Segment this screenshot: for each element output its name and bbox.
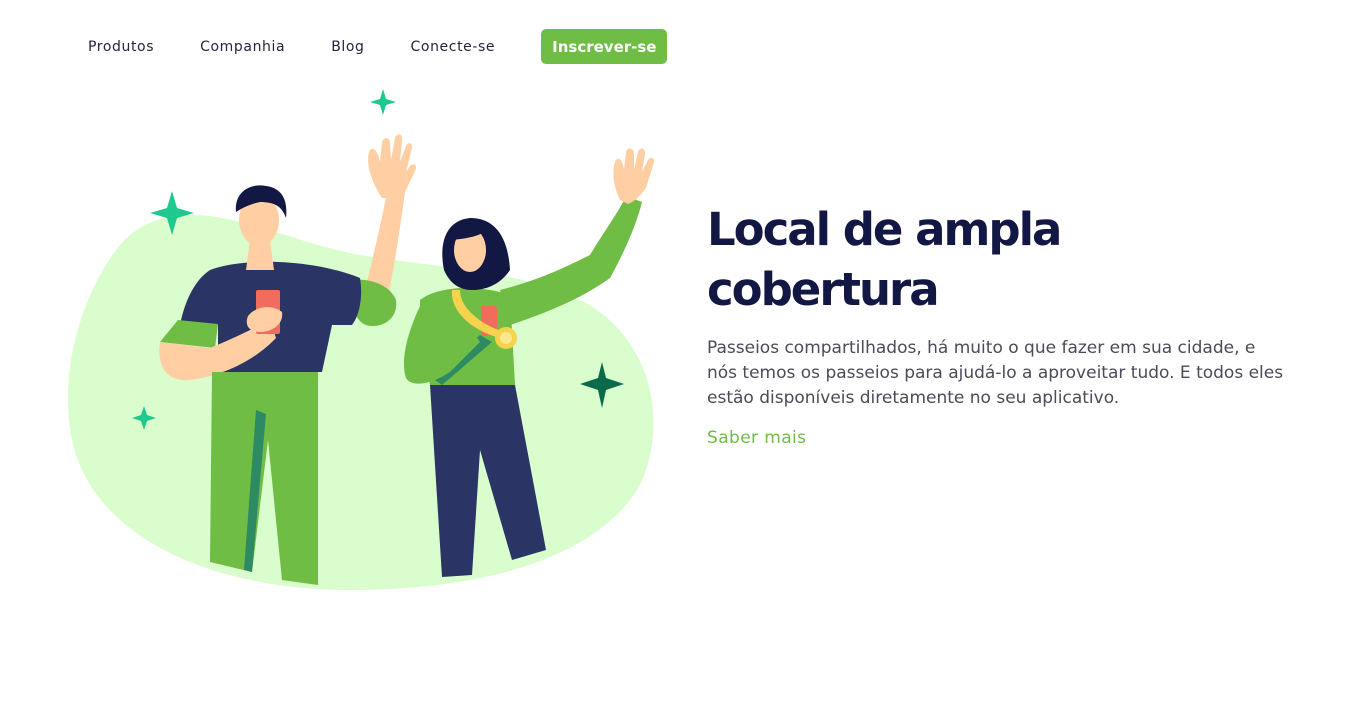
friends-waving-illustration — [60, 80, 680, 600]
nav-link-blog[interactable]: Blog — [331, 39, 364, 55]
nav-link-produtos[interactable]: Produtos — [88, 39, 154, 55]
hero-content: Local de ampla cobertura Passeios compar… — [707, 200, 1297, 448]
signup-button[interactable]: Inscrever-se — [541, 29, 668, 64]
top-nav: Produtos Companhia Blog Conecte-se Inscr… — [88, 29, 668, 64]
hero-title: Local de ampla cobertura — [707, 203, 1062, 316]
medal-inner — [500, 332, 512, 344]
man-hand-icon — [368, 134, 417, 198]
hero-description: Passeios compartilhados, há muito o que … — [707, 338, 1284, 408]
learn-more-link[interactable]: Saber mais — [707, 428, 806, 448]
nav-link-companhia[interactable]: Companhia — [200, 39, 285, 55]
illustration-svg — [67, 89, 655, 590]
woman-hand-icon — [613, 148, 655, 204]
landing-page: Produtos Companhia Blog Conecte-se Inscr… — [0, 0, 1355, 705]
sparkle-icon — [370, 89, 396, 115]
nav-link-conecte-se[interactable]: Conecte-se — [411, 39, 496, 55]
